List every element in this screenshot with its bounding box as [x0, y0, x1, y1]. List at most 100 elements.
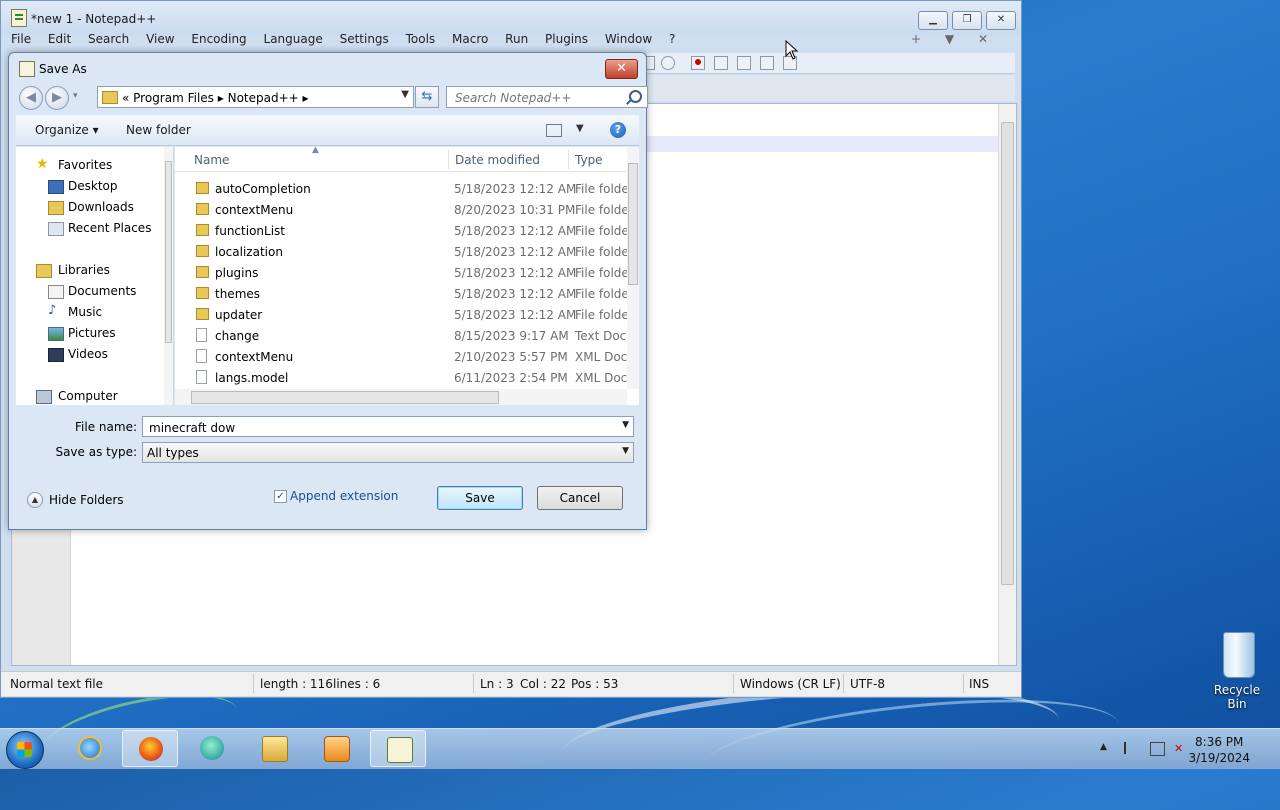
cancel-button[interactable]: Cancel — [537, 486, 623, 510]
menu-edit[interactable]: Edit — [48, 32, 71, 46]
maximize-button[interactable]: ❐ — [952, 11, 982, 30]
menu-plugins[interactable]: Plugins — [545, 32, 588, 46]
app-icon — [200, 736, 224, 760]
menu-view[interactable]: View — [146, 32, 174, 46]
file-list-vertical-scrollbar[interactable] — [627, 147, 639, 389]
breadcrumb[interactable]: « Program Files ▸ Notepad++ ▸ — [122, 91, 309, 105]
refresh-button[interactable]: ⇆ — [415, 86, 439, 108]
file-row[interactable]: change 8/15/2023 9:17 AM Text Document — [175, 325, 639, 346]
taskbar-firefox[interactable] — [122, 730, 178, 767]
menu-tools[interactable]: Tools — [406, 32, 436, 46]
nav-desktop[interactable]: Desktop — [16, 176, 156, 196]
taskbar-file-explorer[interactable] — [246, 730, 302, 767]
nav-documents[interactable]: Documents — [16, 281, 156, 301]
clock[interactable]: 8:36 PM 3/19/2024 — [1188, 734, 1250, 766]
chevron-down-icon[interactable]: ▼ — [401, 89, 409, 100]
chevron-down-icon[interactable]: ▼ — [622, 420, 629, 430]
menu-help[interactable]: ? — [669, 32, 675, 46]
menu-window[interactable]: Window — [605, 32, 652, 46]
editor-vertical-scrollbar[interactable] — [998, 104, 1016, 665]
taskbar-media-player[interactable] — [308, 730, 364, 767]
menu-encoding[interactable]: Encoding — [191, 32, 246, 46]
append-extension-label[interactable]: Append extension — [290, 489, 398, 503]
organize-button[interactable]: Organize ▾ — [35, 123, 99, 137]
file-row[interactable]: functionList 5/18/2023 12:12 AM File fol… — [175, 220, 634, 241]
append-extension-checkbox[interactable]: ✓ — [274, 490, 287, 503]
nav-favorites[interactable]: ★ Favorites — [16, 155, 156, 175]
notepadpp-title-bar[interactable]: *new 1 - Notepad++ ▁ ❐ ✕ — [1, 1, 1021, 35]
nav-downloads[interactable]: Downloads — [16, 197, 156, 217]
file-row[interactable]: langs.model 6/11/2023 2:54 PM XML Docume… — [175, 367, 639, 388]
recent-locations-icon[interactable]: ▾ — [73, 91, 78, 101]
nav-libraries[interactable]: Libraries — [16, 260, 156, 280]
documents-icon — [48, 285, 64, 299]
toolbar-icon[interactable] — [661, 56, 675, 70]
chevron-down-icon[interactable]: ▼ — [622, 446, 629, 456]
nav-recent-places[interactable]: Recent Places — [16, 218, 156, 238]
show-hidden-icons-icon[interactable]: ▲ — [1100, 742, 1113, 754]
record-macro-icon[interactable] — [691, 56, 705, 70]
file-row[interactable]: contextMenu 8/20/2023 10:31 PM File fold… — [175, 199, 634, 220]
play-macro-icon[interactable] — [737, 56, 751, 70]
sort-ascending-icon: ▲ — [312, 147, 319, 155]
file-row[interactable]: updater 5/18/2023 12:12 AM File folder — [175, 304, 634, 325]
nav-pictures[interactable]: Pictures — [16, 323, 156, 343]
taskbar-app-3[interactable] — [184, 730, 240, 767]
menu-settings[interactable]: Settings — [340, 32, 389, 46]
menu-search[interactable]: Search — [88, 32, 129, 46]
computer-icon — [36, 390, 52, 404]
search-icon[interactable] — [629, 90, 642, 103]
dialog-close-button[interactable]: ✕ — [605, 59, 638, 79]
taskbar-internet-explorer[interactable] — [62, 730, 118, 767]
menu-macro[interactable]: Macro — [452, 32, 488, 46]
column-type[interactable]: Type — [575, 153, 603, 167]
menu-language[interactable]: Language — [264, 32, 323, 46]
new-folder-button[interactable]: New folder — [126, 123, 191, 137]
dialog-title-bar[interactable]: Save As ✕ — [9, 53, 646, 83]
clock-date: 3/19/2024 — [1188, 751, 1250, 765]
tab-controls[interactable]: + ▼ ✕ — [911, 32, 998, 46]
nav-pane-scrollbar[interactable] — [164, 147, 173, 405]
menu-file[interactable]: File — [11, 32, 31, 46]
search-input[interactable] — [453, 88, 627, 108]
address-bar[interactable]: « Program Files ▸ Notepad++ ▸ ▼ — [97, 86, 414, 108]
view-options-chevron-icon[interactable]: ▼ — [576, 123, 584, 134]
status-lines: lines : 6 — [333, 677, 381, 691]
media-player-icon — [324, 736, 350, 762]
file-name-input[interactable] — [147, 418, 591, 437]
change-view-icon[interactable] — [546, 124, 562, 137]
file-name-combo[interactable]: ▼ — [142, 416, 634, 437]
folder-icon — [196, 245, 209, 257]
start-button[interactable] — [6, 731, 44, 769]
back-button[interactable]: ◀ — [19, 86, 43, 110]
nav-videos[interactable]: Videos — [16, 344, 156, 364]
taskbar-notepadpp[interactable] — [370, 730, 426, 767]
volume-muted-icon[interactable]: ✕ — [1174, 742, 1187, 755]
file-row[interactable]: autoCompletion 5/18/2023 12:12 AM File f… — [175, 178, 634, 199]
help-icon[interactable]: ? — [610, 122, 626, 138]
search-box[interactable] — [446, 86, 648, 108]
column-name[interactable]: Name — [194, 153, 229, 167]
file-list-horizontal-scrollbar[interactable] — [175, 389, 627, 405]
forward-button[interactable]: ▶ — [45, 86, 69, 110]
save-button[interactable]: Save — [437, 486, 523, 510]
nav-computer[interactable]: Computer — [16, 386, 156, 405]
status-pos: Pos : 53 — [571, 677, 619, 691]
nav-music[interactable]: ♪ Music — [16, 302, 156, 322]
network-icon[interactable] — [1150, 742, 1165, 756]
menu-run[interactable]: Run — [505, 32, 528, 46]
recycle-bin[interactable]: Recycle Bin — [1205, 630, 1269, 711]
stop-macro-icon[interactable] — [714, 56, 728, 70]
recycle-bin-icon — [1223, 632, 1255, 678]
run-macro-multiple-icon[interactable] — [760, 56, 774, 70]
file-row[interactable]: contextMenu 2/10/2023 5:57 PM XML Docume… — [175, 346, 639, 367]
minimize-button[interactable]: ▁ — [918, 11, 948, 30]
action-center-flag-icon[interactable] — [1124, 742, 1139, 754]
notepadpp-icon — [387, 737, 413, 763]
file-row[interactable]: localization 5/18/2023 12:12 AM File fol… — [175, 241, 634, 262]
close-window-button[interactable]: ✕ — [986, 11, 1016, 30]
file-row[interactable]: themes 5/18/2023 12:12 AM File folder — [175, 283, 634, 304]
column-date-modified[interactable]: Date modified — [455, 153, 540, 167]
save-type-select[interactable]: All types ▼ — [142, 442, 634, 463]
file-row[interactable]: plugins 5/18/2023 12:12 AM File folder — [175, 262, 634, 283]
